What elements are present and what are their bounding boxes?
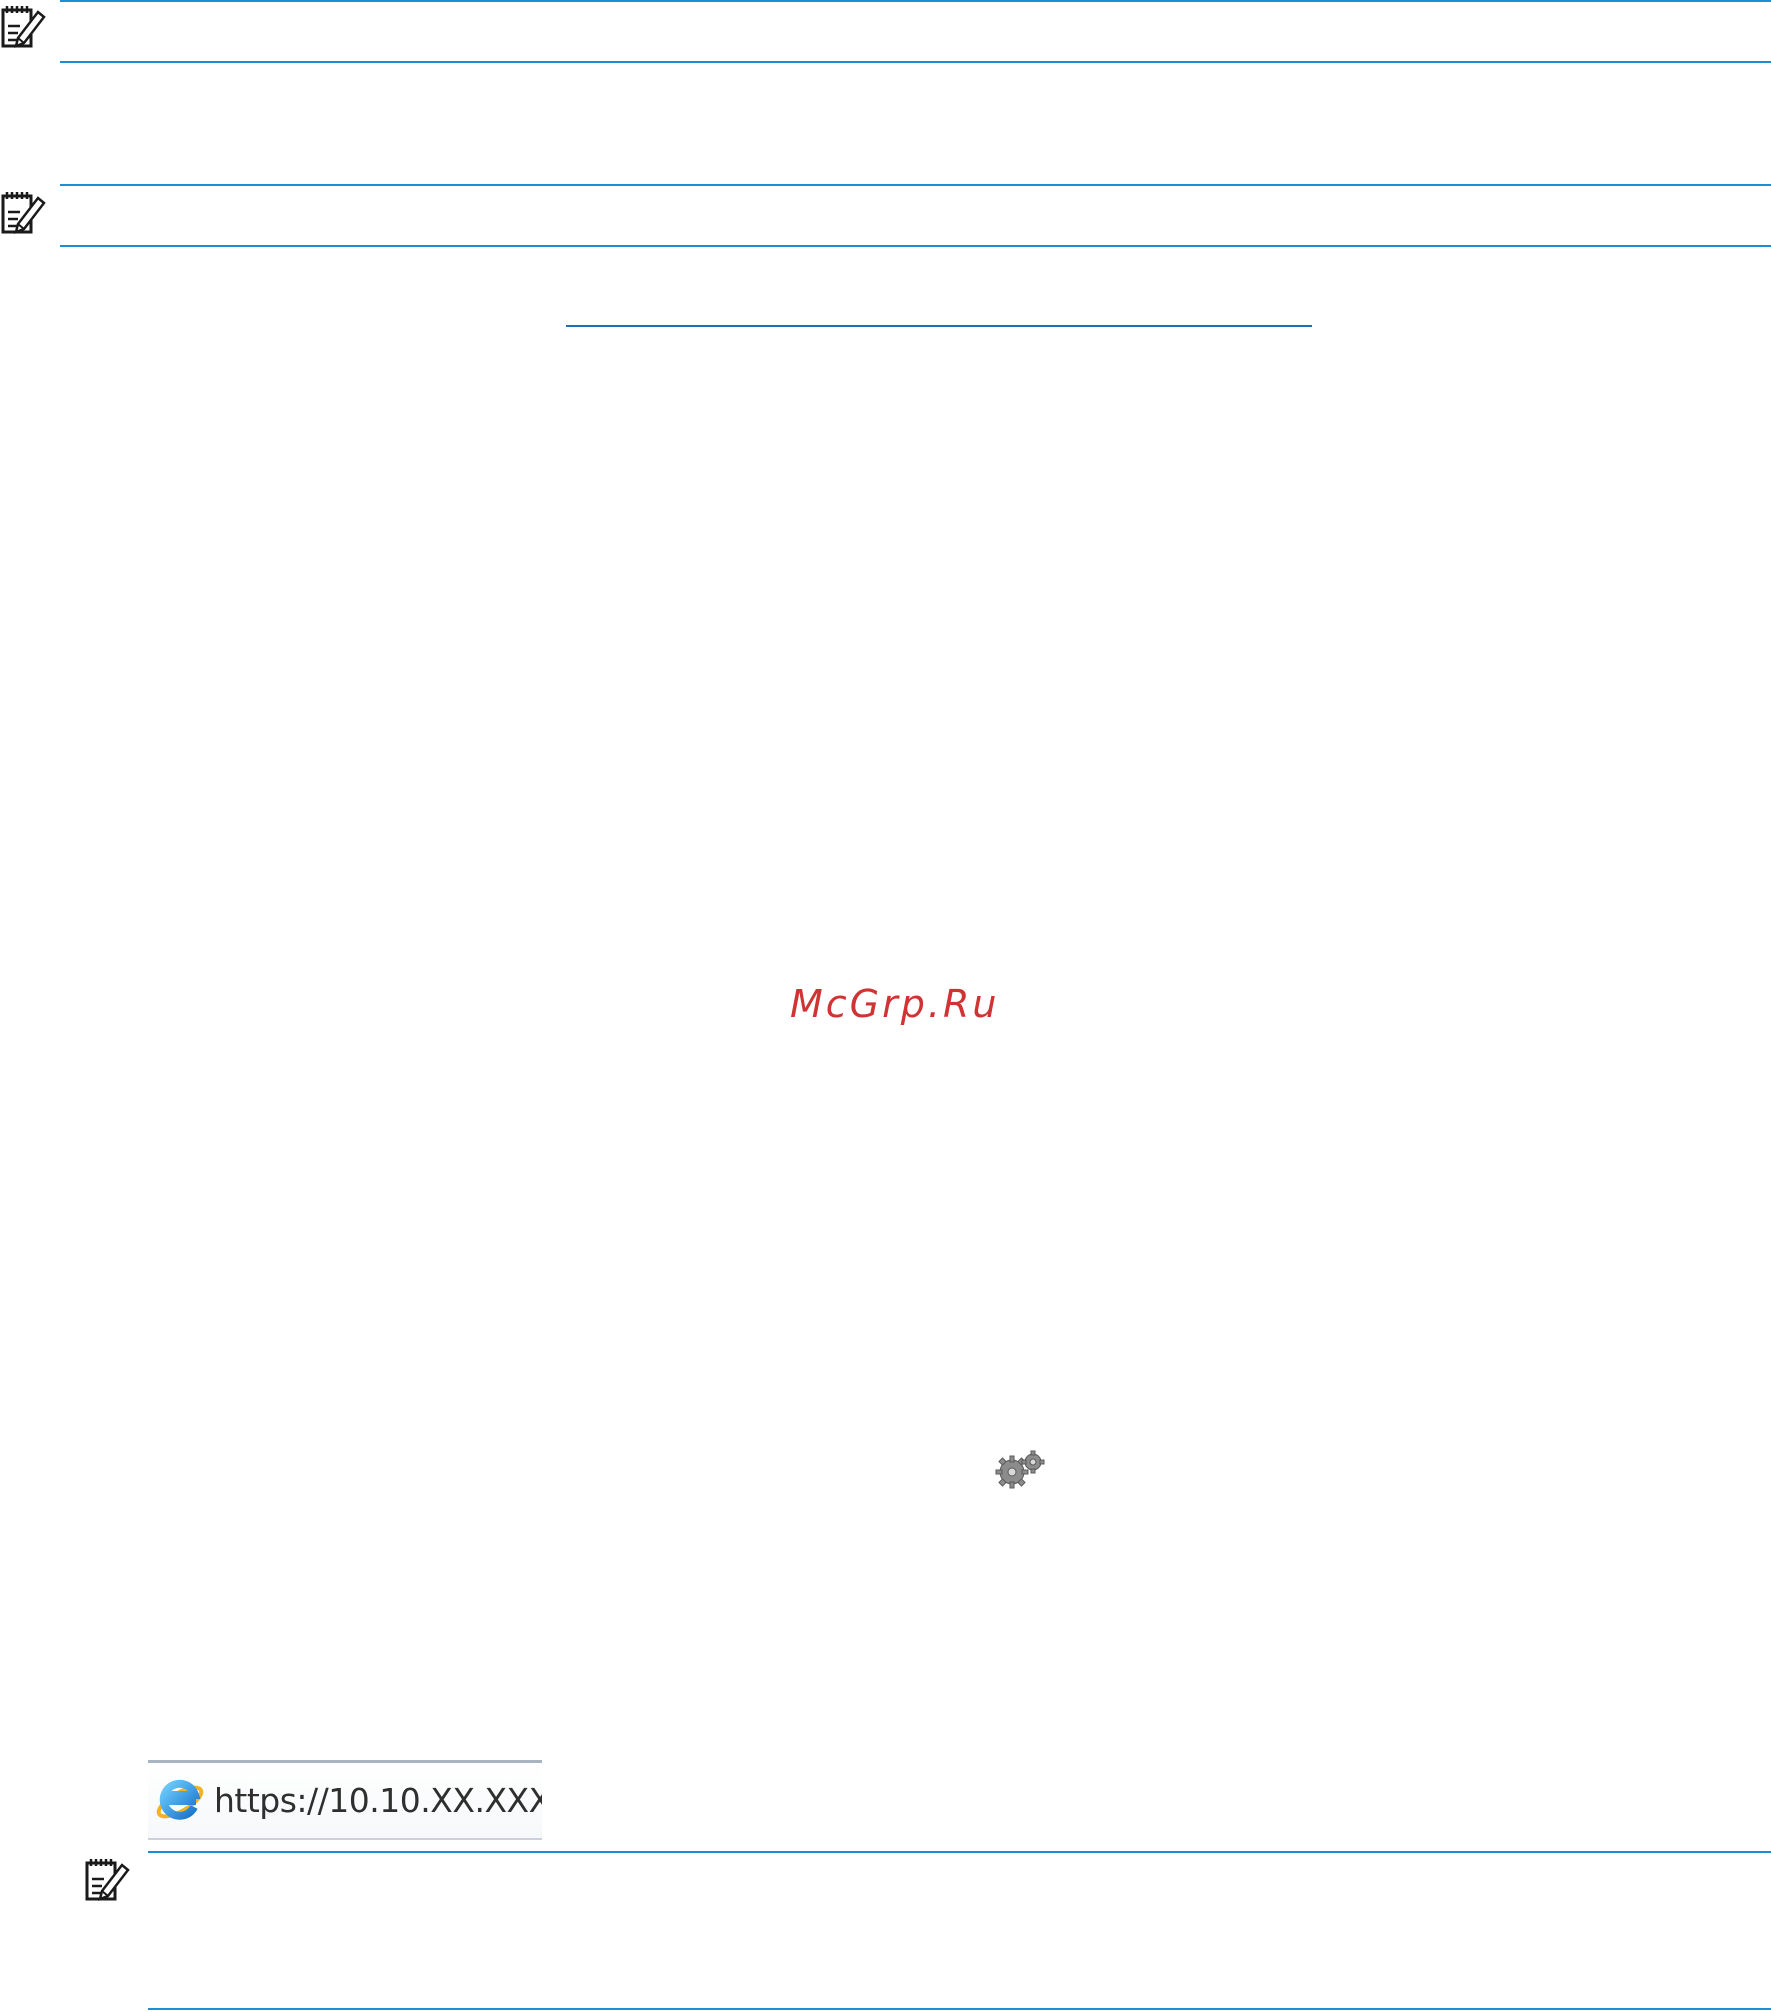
- gear-icon: [995, 1450, 1047, 1490]
- note-bottom-rule: [60, 61, 1771, 63]
- note-icon: [0, 188, 48, 236]
- hyperlink-underline[interactable]: [566, 325, 1312, 327]
- address-url: https://10.10.XX.XXX/: [214, 1781, 542, 1820]
- internet-explorer-icon: [154, 1775, 206, 1827]
- note-icon: [0, 2, 48, 50]
- note-top-rule: [148, 1851, 1771, 1853]
- note-top-rule: [60, 184, 1771, 186]
- note-top-rule: [60, 0, 1771, 2]
- browser-address-bar[interactable]: https://10.10.XX.XXX/: [148, 1760, 542, 1840]
- note-bottom-rule: [60, 245, 1771, 247]
- watermark-text: McGrp.Ru: [790, 982, 1000, 1026]
- note-bottom-rule: [148, 2008, 1771, 2010]
- note-icon: [84, 1855, 132, 1903]
